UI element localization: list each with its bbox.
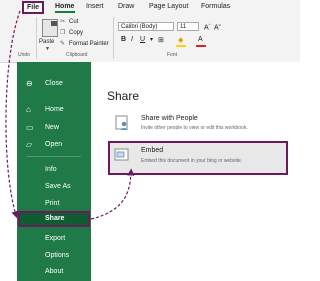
annotation-arrows <box>5 10 135 220</box>
